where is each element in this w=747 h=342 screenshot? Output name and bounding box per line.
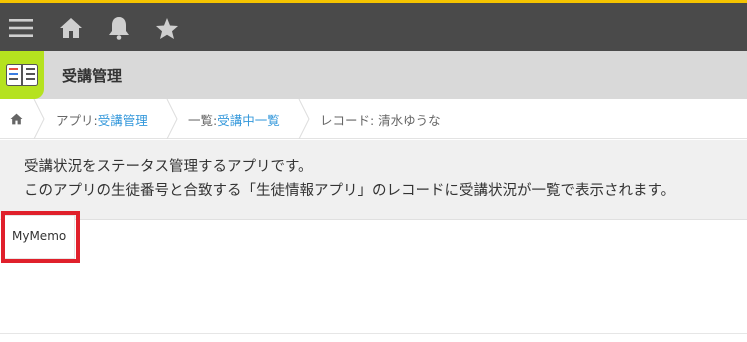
top-nav-bar [0, 0, 747, 51]
breadcrumb-link-view[interactable]: 受講中一覧 [217, 110, 280, 129]
breadcrumb-item-record: レコード: 清水ゆうな [320, 99, 441, 139]
breadcrumb-prefix: アプリ: [56, 112, 98, 128]
chevron-right-icon [166, 99, 178, 139]
app-title: 受講管理 [62, 67, 123, 85]
breadcrumb-item-app[interactable]: アプリ: 受講管理 [56, 99, 148, 139]
app-book-icon[interactable] [0, 51, 44, 99]
breadcrumb: アプリ: 受講管理 一覧: 受講中一覧 レコード: 清水ゆうな [0, 99, 747, 139]
breadcrumb-prefix: 一覧: [188, 112, 218, 128]
divider [0, 333, 747, 334]
bell-icon[interactable] [104, 13, 134, 43]
breadcrumb-record-label: レコード: 清水ゆうな [320, 112, 441, 128]
chevron-right-icon [298, 99, 310, 139]
breadcrumb-link-app[interactable]: 受講管理 [98, 110, 148, 129]
home-icon[interactable] [56, 13, 86, 43]
app-header: 受講管理 [0, 51, 747, 99]
description-line-1: 受講状況をステータス管理するアプリです。 [24, 159, 313, 175]
chevron-right-icon [33, 99, 45, 139]
breadcrumb-item-view[interactable]: 一覧: 受講中一覧 [188, 99, 280, 139]
highlight-box [1, 211, 80, 263]
menu-icon[interactable] [6, 13, 36, 43]
app-description: 受講状況をステータス管理するアプリです。 このアプリの生徒番号と合致する「生徒情… [0, 140, 747, 220]
breadcrumb-home-icon[interactable] [10, 99, 23, 139]
star-icon[interactable] [152, 13, 182, 43]
description-line-2: このアプリの生徒番号と合致する「生徒情報アプリ」のレコードに受講状況が一覧で表示… [24, 183, 676, 199]
